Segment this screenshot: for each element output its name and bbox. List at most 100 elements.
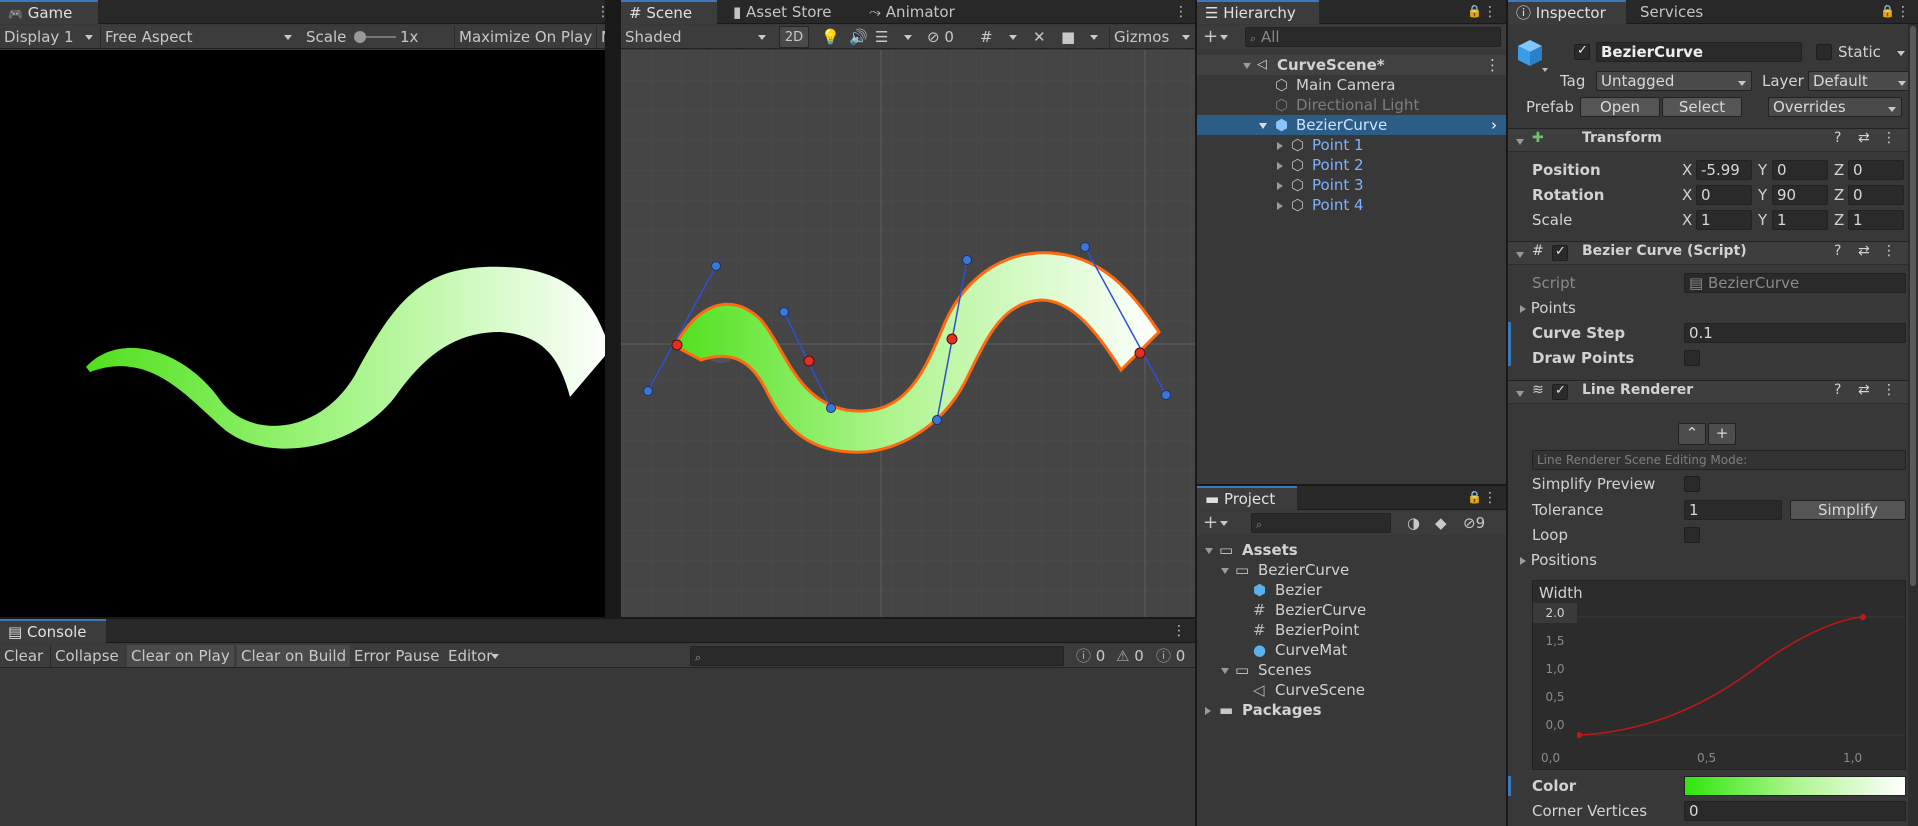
gizmos-dropdown[interactable]: Gizmos (1109, 26, 1195, 48)
expand-arrow-icon[interactable] (1243, 62, 1251, 69)
hierarchy-search-input[interactable]: ⌕ All (1245, 27, 1501, 47)
static-checkbox[interactable] (1816, 44, 1832, 60)
hierarchy-item-directional-light[interactable]: ⬡ Directional Light (1197, 95, 1506, 115)
project-item-packages[interactable]: ▬ Packages (1197, 700, 1506, 720)
preset-icon[interactable]: ⇄ (1858, 382, 1870, 398)
display-dropdown[interactable]: Display 1 (0, 26, 98, 48)
rotation-z-field[interactable]: 0 (1848, 185, 1904, 205)
simplify-preview-checkbox[interactable] (1684, 476, 1700, 492)
width-curve-field[interactable]: Width 2.0 1,5 1,0 0,5 0,0 0,0 0,5 1,0 (1532, 580, 1906, 770)
points-foldout[interactable]: Points (1520, 298, 1576, 318)
layer-dropdown[interactable]: Default (1808, 71, 1912, 91)
component-enabled-checkbox[interactable] (1552, 383, 1568, 400)
camera-icon[interactable]: ■ (1057, 26, 1103, 48)
project-item-assets[interactable]: ▭ Assets (1197, 540, 1506, 560)
hierarchy-item-main-camera[interactable]: ⬡ Main Camera (1197, 75, 1506, 95)
hierarchy-item-point-4[interactable]: ⬡ Point 4 (1197, 195, 1506, 215)
collapsed-arrow-icon[interactable] (1520, 556, 1526, 565)
mute-audio-toggle[interactable]: Mi (596, 26, 605, 48)
scrollbar-thumb[interactable] (1910, 26, 1916, 586)
prefab-select-button[interactable]: Select (1662, 97, 1742, 117)
shading-dropdown[interactable]: Shaded (621, 26, 771, 48)
positions-foldout[interactable]: Positions (1520, 550, 1597, 570)
scale-x-field[interactable]: 1 (1696, 210, 1752, 230)
inspector-scrollbar[interactable] (1908, 24, 1918, 826)
hidden-objects-toggle[interactable]: ⊘ 0 (923, 26, 958, 48)
console-menu-icon[interactable]: ⋮ (1172, 623, 1186, 639)
maximize-on-play-toggle[interactable]: Maximize On Play (454, 26, 596, 48)
draw-points-checkbox[interactable] (1684, 350, 1700, 366)
handle-point[interactable] (826, 403, 836, 413)
prefab-open-button[interactable]: Open (1580, 97, 1660, 117)
scale-z-field[interactable]: 1 (1848, 210, 1904, 230)
filter-label-icon[interactable]: ◆ (1431, 512, 1451, 534)
clear-on-build-button[interactable]: Clear on Build (237, 645, 351, 667)
warning-count[interactable]: ⚠ 0 (1112, 645, 1148, 667)
component-menu-icon[interactable]: ⋮ (1882, 382, 1896, 398)
scale-slider[interactable] (354, 31, 396, 43)
audio-icon[interactable]: 🔊 (845, 26, 872, 48)
tab-animator[interactable]: ⤳ Animator (861, 0, 963, 24)
error-count[interactable]: ⓘ 0 (1152, 645, 1189, 667)
create-dropdown[interactable]: + (1199, 512, 1233, 534)
lighting-icon[interactable]: 💡 (817, 26, 844, 48)
anchor-point[interactable] (1134, 347, 1146, 359)
collapse-button[interactable]: Collapse (50, 645, 123, 667)
curve-key[interactable] (1860, 614, 1866, 620)
collapsed-arrow-icon[interactable] (1277, 181, 1283, 190)
hierarchy-item-point-1[interactable]: ⬡ Point 1 (1197, 135, 1506, 155)
create-points-button[interactable]: + (1708, 423, 1736, 445)
handle-point[interactable] (1080, 242, 1090, 252)
tab-console[interactable]: ▤ Console (0, 619, 106, 643)
scene-row[interactable]: ◁ CurveScene* ⋮ (1197, 55, 1506, 75)
clear-button[interactable]: Clear (0, 645, 47, 667)
tab-project[interactable]: ▬ Project (1197, 486, 1297, 510)
hierarchy-item-beziercurve[interactable]: ⬢ BezierCurve › (1197, 115, 1506, 135)
error-pause-button[interactable]: Error Pause (350, 645, 443, 667)
handle-point[interactable] (711, 261, 721, 271)
console-search-input[interactable]: ⌕ (690, 646, 1064, 666)
position-x-field[interactable]: -5.99 (1696, 160, 1752, 180)
rotation-x-field[interactable]: 0 (1696, 185, 1752, 205)
collapsed-arrow-icon[interactable] (1277, 141, 1283, 150)
anchor-point[interactable] (671, 339, 683, 351)
expand-arrow-icon[interactable] (1259, 122, 1267, 129)
active-checkbox[interactable] (1574, 43, 1590, 60)
project-item-beziercurve-script[interactable]: # BezierCurve (1197, 600, 1506, 620)
help-icon[interactable]: ? (1834, 243, 1841, 259)
filter-type-icon[interactable]: ◑ (1403, 512, 1424, 534)
aspect-dropdown[interactable]: Free Aspect (100, 26, 297, 48)
clear-on-play-button[interactable]: Clear on Play (127, 645, 234, 667)
component-menu-icon[interactable]: ⋮ (1882, 243, 1896, 259)
edit-points-button[interactable]: ⌃ (1678, 423, 1706, 445)
line-renderer-header[interactable]: ≋ Line Renderer ? ⇄ ⋮ (1508, 380, 1918, 404)
mode-2d-button[interactable]: 2D (779, 26, 809, 48)
position-y-field[interactable]: 0 (1772, 160, 1828, 180)
scene-menu-icon[interactable]: ⋮ (1485, 55, 1500, 75)
loop-checkbox[interactable] (1684, 527, 1700, 543)
static-dropdown[interactable]: Static (1838, 42, 1910, 62)
prefab-overrides-dropdown[interactable]: Overrides (1768, 97, 1902, 117)
collapsed-arrow-icon[interactable] (1520, 304, 1526, 313)
preset-icon[interactable]: ⇄ (1858, 243, 1870, 259)
bezier-script-header[interactable]: # Bezier Curve (Script) ? ⇄ ⋮ (1508, 241, 1918, 265)
tab-inspector[interactable]: ⓘ Inspector (1508, 0, 1626, 24)
tab-services[interactable]: Services (1632, 0, 1711, 24)
component-enabled-checkbox[interactable] (1552, 244, 1568, 261)
lock-icon[interactable]: 🔒 (1467, 4, 1482, 18)
project-search-input[interactable]: ⌕ (1251, 513, 1391, 533)
curve-step-field[interactable]: 0.1 (1684, 323, 1906, 343)
scene-menu-icon[interactable]: ⋮ (1174, 4, 1188, 20)
hierarchy-item-point-2[interactable]: ⬡ Point 2 (1197, 155, 1506, 175)
help-icon[interactable]: ? (1834, 130, 1841, 146)
tolerance-field[interactable]: 1 (1684, 500, 1782, 520)
grid-snapping-icon[interactable]: # (976, 26, 1022, 48)
lock-icon[interactable]: 🔒 (1880, 4, 1895, 18)
hierarchy-item-point-3[interactable]: ⬡ Point 3 (1197, 175, 1506, 195)
handle-point[interactable] (962, 255, 972, 265)
project-item-bezier[interactable]: ⬢ Bezier (1197, 580, 1506, 600)
project-item-scenes-folder[interactable]: ▭ Scenes (1197, 660, 1506, 680)
create-dropdown[interactable]: + (1199, 26, 1233, 48)
effects-icon[interactable]: ☰ (871, 26, 917, 48)
tag-dropdown[interactable]: Untagged (1596, 71, 1752, 91)
